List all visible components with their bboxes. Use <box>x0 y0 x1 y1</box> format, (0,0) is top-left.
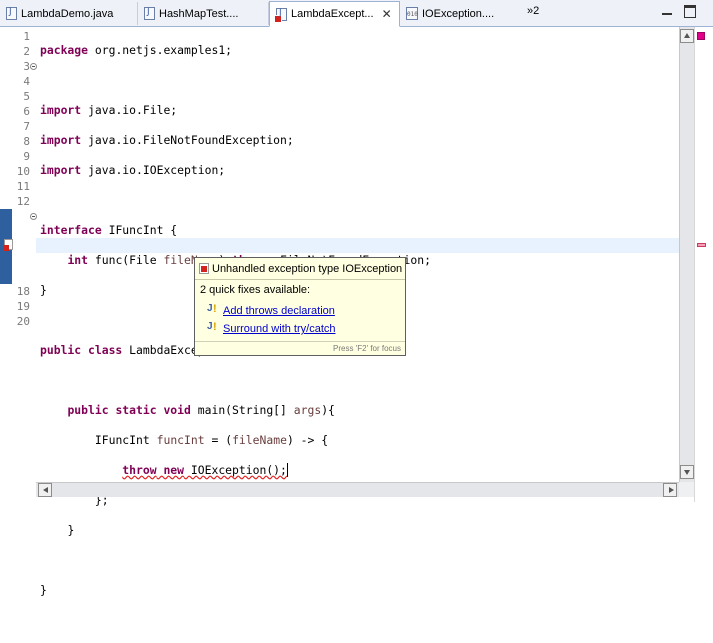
code-line: throw new IOException(); <box>40 463 431 478</box>
line-number: 5 <box>23 90 30 103</box>
editor-tab-bar: LambdaDemo.java HashMapTest.... LambdaEx… <box>0 0 713 27</box>
line-number: 2 <box>23 45 30 58</box>
vertical-scrollbar[interactable] <box>679 27 694 482</box>
tab-label: LambdaDemo.java <box>21 7 114 20</box>
line-number: 10 <box>16 165 30 178</box>
tab-label: LambdaExcept... <box>291 8 374 20</box>
tab-overflow-button[interactable]: »2 <box>527 5 539 17</box>
code-line: import java.io.FileNotFoundException; <box>40 133 294 147</box>
error-squiggle: throw new IOException(); <box>122 463 287 477</box>
line-number: 8 <box>23 135 30 148</box>
close-icon[interactable]: ✕ <box>382 7 392 21</box>
line-number: 7 <box>23 120 30 133</box>
tab-lambdaexceptiondemo[interactable]: LambdaExcept... ✕ <box>269 1 400 27</box>
code-line: package org.netjs.examples1; <box>40 43 233 57</box>
line-number: 12 <box>16 195 30 208</box>
java-file-icon <box>6 7 17 20</box>
quick-fix-link[interactable]: Add throws declaration <box>223 305 335 317</box>
popup-footer: Press 'F2' for focus <box>195 341 405 355</box>
java-file-icon <box>144 7 155 20</box>
quick-fix-link[interactable]: Surround with try/catch <box>223 323 336 335</box>
line-number: 18 <box>16 285 30 298</box>
tab-lambdademo[interactable]: LambdaDemo.java <box>0 2 138 25</box>
error-overview-marker[interactable] <box>697 243 706 247</box>
fold-toggle-icon[interactable] <box>30 213 37 220</box>
line-number: 17 <box>16 270 30 283</box>
fold-toggle-icon[interactable] <box>30 63 37 70</box>
quick-fix-popup: Unhandled exception type IOException 2 q… <box>194 257 406 356</box>
tab-ioexception[interactable]: 010 IOException.... <box>400 2 522 25</box>
scroll-left-button[interactable] <box>38 483 52 497</box>
line-number: 16 <box>16 255 30 268</box>
code-line: } <box>67 523 75 537</box>
line-number: 13 <box>16 210 30 223</box>
quick-fix-count: 2 quick fixes available: <box>200 284 311 296</box>
line-number: 6 <box>23 105 30 118</box>
scroll-corner <box>679 482 694 497</box>
quick-fix-surround-try[interactable]: Surround with try/catch <box>207 321 336 335</box>
code-line: } <box>40 583 47 597</box>
popup-header: Unhandled exception type IOException <box>195 258 405 280</box>
scroll-down-button[interactable] <box>680 465 694 479</box>
popup-title: Unhandled exception type IOException <box>212 262 403 275</box>
scroll-right-button[interactable] <box>663 483 677 497</box>
line-number: 9 <box>23 150 30 163</box>
code-line: import java.io.IOException; <box>40 163 226 177</box>
quick-fix-icon <box>207 321 220 335</box>
tab-hashmaptest[interactable]: HashMapTest.... <box>138 2 269 25</box>
line-number: 14 <box>16 225 30 238</box>
code-line: IFuncInt funcInt = (fileName) -> { <box>94 433 329 447</box>
code-line: interface IFuncInt { <box>40 223 178 237</box>
maximize-button[interactable] <box>684 5 696 18</box>
java-file-error-icon <box>274 7 287 23</box>
minimize-button[interactable] <box>660 4 674 18</box>
error-icon <box>199 263 209 274</box>
line-number: 3 <box>23 60 30 73</box>
code-line: public static void main(String[] args){ <box>67 403 335 417</box>
line-number: 15 <box>16 240 30 253</box>
scroll-up-button[interactable] <box>680 29 694 43</box>
tab-label: IOException.... <box>422 7 495 20</box>
text-cursor <box>286 463 288 477</box>
horizontal-scrollbar[interactable] <box>36 482 679 497</box>
error-summary-icon[interactable] <box>697 32 705 40</box>
overview-ruler <box>694 27 713 502</box>
line-number: 19 <box>16 300 30 313</box>
tab-label: HashMapTest.... <box>159 7 239 20</box>
class-file-icon: 010 <box>406 7 418 20</box>
quick-fix-add-throws[interactable]: Add throws declaration <box>207 303 335 317</box>
code-line: import java.io.File; <box>40 103 178 117</box>
line-number: 4 <box>23 75 30 88</box>
quick-fix-icon <box>207 303 220 317</box>
line-number: 1 <box>23 30 30 43</box>
line-number: 20 <box>16 315 30 328</box>
line-number: 11 <box>16 180 30 193</box>
